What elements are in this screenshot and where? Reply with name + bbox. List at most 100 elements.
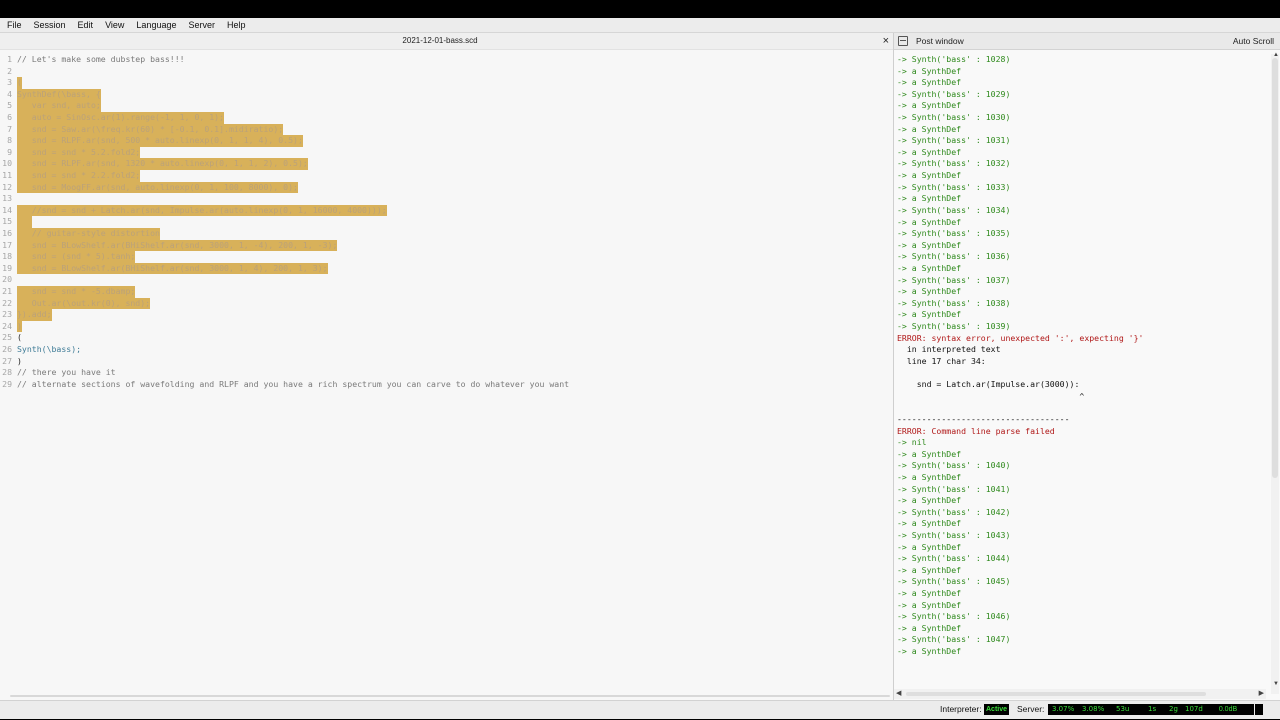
line-number: 14 bbox=[2, 204, 12, 215]
menu-file[interactable]: File bbox=[0, 18, 27, 32]
code-text[interactable]: ( bbox=[17, 332, 22, 344]
post-line: -> Synth('bass' : 1040) bbox=[897, 460, 1011, 471]
horizontal-scroll-thumb[interactable] bbox=[906, 692, 1206, 696]
post-line: in interpreted text bbox=[897, 344, 1001, 355]
menu-edit[interactable]: Edit bbox=[71, 18, 99, 32]
line-number: 11 bbox=[2, 170, 12, 180]
line-number: 22 bbox=[2, 297, 12, 308]
post-line: -> a SynthDef bbox=[897, 599, 962, 610]
code-text[interactable]: }).add; bbox=[17, 309, 52, 321]
line-number: 2 bbox=[7, 65, 12, 76]
post-line: -> Synth('bass' : 1039) bbox=[897, 321, 1011, 332]
server-avg-cpu: 3.07% bbox=[1052, 705, 1075, 713]
line-number: 28 bbox=[2, 367, 12, 378]
code-text[interactable]: SynthDef(\bass, { bbox=[17, 88, 101, 101]
post-window-header: Post window Auto Scroll bbox=[894, 33, 1280, 50]
close-icon[interactable]: × bbox=[883, 33, 889, 49]
menu-server[interactable]: Server bbox=[181, 18, 220, 32]
post-line: ----------------------------------- bbox=[897, 413, 1070, 424]
line-number: 19 bbox=[2, 262, 12, 273]
server-peak-cpu: 3.08% bbox=[1082, 705, 1105, 713]
code-text[interactable]: // alternate sections of wavefolding and… bbox=[17, 379, 569, 391]
code-text[interactable]: //snd = snd + Latch.ar(snd, Impulse.ar(a… bbox=[17, 204, 387, 217]
dock-icon[interactable] bbox=[898, 36, 908, 46]
interpreter-label: Interpreter: bbox=[940, 704, 982, 714]
code-text[interactable]: Out.ar(\out.kr(0), snd); bbox=[17, 297, 151, 310]
code-text[interactable]: snd = snd * 5.2.fold2; bbox=[17, 146, 141, 159]
scroll-down-arrow-icon[interactable]: ▼ bbox=[1273, 681, 1279, 687]
code-text[interactable]: snd = snd * 2.2.fold2; bbox=[17, 170, 141, 182]
code-text[interactable]: ) bbox=[17, 320, 22, 333]
code-text[interactable]: snd = MoogFF.ar(snd, auto.linexp(0, 1, 1… bbox=[17, 181, 298, 194]
code-text[interactable]: snd = snd * -5.dbamp; bbox=[17, 286, 136, 298]
post-line: -> a SynthDef bbox=[897, 146, 962, 157]
line-number: 23 bbox=[2, 309, 12, 320]
line-number: 18 bbox=[2, 251, 12, 262]
auto-scroll-button[interactable]: Auto Scroll bbox=[1233, 33, 1274, 49]
post-line bbox=[897, 367, 1265, 379]
post-line: -> Synth('bass' : 1044) bbox=[897, 553, 1011, 564]
code-text[interactable]: snd = BLowShelf.ar(BHiShelf.ar(snd, 3000… bbox=[17, 262, 328, 275]
line-number: 12 bbox=[2, 181, 12, 192]
menu-language[interactable]: Language bbox=[129, 18, 181, 32]
editor-horizontal-scrollbar[interactable] bbox=[10, 695, 890, 697]
code-text[interactable]: // guitar-style distortion bbox=[17, 228, 160, 240]
code-text[interactable] bbox=[17, 216, 32, 228]
post-line: -> a SynthDef bbox=[897, 262, 962, 273]
scroll-right-arrow-icon[interactable]: ▶ bbox=[1259, 689, 1264, 697]
interpreter-status-badge[interactable]: Active bbox=[984, 704, 1010, 715]
line-number: 6 bbox=[7, 112, 12, 122]
code-text[interactable]: auto = SinOsc.ar(1).range(-1, 1, 0, 1); bbox=[17, 112, 225, 124]
code-text[interactable]: ( bbox=[17, 77, 22, 89]
post-line: -> Synth('bass' : 1041) bbox=[897, 483, 1011, 494]
code-text[interactable]: snd = RLPF.ar(snd, 500 * auto.linexp(0, … bbox=[17, 135, 303, 147]
menu-help[interactable]: Help bbox=[220, 18, 251, 32]
post-line: -> a SynthDef bbox=[897, 541, 962, 552]
line-number: 13 bbox=[2, 193, 12, 204]
code-text[interactable]: snd = Saw.ar(\freq.kr(60) * [-0.1, 0.1].… bbox=[17, 123, 284, 136]
post-line: -> Synth('bass' : 1034) bbox=[897, 204, 1011, 215]
post-window: Post window Auto Scroll -> Synth('bass' … bbox=[894, 33, 1280, 700]
code-editor[interactable]: 2021-12-01-bass.scd × 1 // Let's make som… bbox=[0, 33, 894, 700]
line-number: 24 bbox=[2, 320, 12, 331]
post-line: -> Synth('bass' : 1037) bbox=[897, 274, 1011, 285]
server-volume[interactable]: 0.0dB bbox=[1213, 704, 1243, 715]
code-text[interactable]: snd = RLPF.ar(snd, 1320 * auto.linexp(0,… bbox=[17, 158, 308, 170]
editor-tab[interactable]: 2021-12-01-bass.scd × bbox=[0, 33, 893, 50]
code-text[interactable]: // Let's make some dubstep bass!!! bbox=[17, 54, 185, 66]
post-line: -> a SynthDef bbox=[897, 239, 962, 250]
menu-view[interactable]: View bbox=[98, 18, 129, 32]
post-window-title: Post window bbox=[916, 36, 964, 46]
code-text[interactable]: var snd, auto; bbox=[17, 100, 101, 112]
line-number: 9 bbox=[7, 146, 12, 157]
scroll-thumb[interactable] bbox=[1272, 58, 1278, 478]
post-line: -> a SynthDef bbox=[897, 216, 962, 227]
post-vertical-scrollbar[interactable] bbox=[1271, 54, 1279, 694]
code-text[interactable]: snd = BLowShelf.ar(BHiShelf.ar(snd, 3000… bbox=[17, 239, 338, 252]
code-text[interactable]: Synth(\bass); bbox=[17, 344, 81, 356]
code-text[interactable]: snd = (snd * 5).tanh; bbox=[17, 251, 136, 263]
post-line: -> Synth('bass' : 1029) bbox=[897, 88, 1011, 99]
post-line: -> a SynthDef bbox=[897, 564, 962, 575]
post-line: ERROR: Command line parse failed bbox=[897, 425, 1055, 436]
mute-toggle[interactable] bbox=[1255, 704, 1263, 715]
post-line: snd = Latch.ar(Impulse.ar(3000)): bbox=[897, 379, 1080, 390]
menu-session[interactable]: Session bbox=[27, 18, 71, 32]
code-area[interactable]: 1// Let's make some dubstep bass!!! 2 3(4 S… bbox=[0, 54, 893, 674]
post-horizontal-scrollbar[interactable]: ◀ ▶ bbox=[894, 689, 1266, 699]
code-text[interactable]: // there you have it bbox=[17, 367, 116, 379]
line-number: 5 bbox=[7, 100, 12, 111]
server-synthdefs: 107d bbox=[1185, 705, 1203, 713]
line-number: 25 bbox=[2, 332, 12, 343]
post-line: -> a SynthDef bbox=[897, 100, 962, 111]
scroll-left-arrow-icon[interactable]: ◀ bbox=[896, 689, 901, 697]
post-line: -> a SynthDef bbox=[897, 495, 962, 506]
code-text[interactable]: ) bbox=[17, 356, 22, 368]
line-number: 3 bbox=[7, 77, 12, 88]
scroll-up-arrow-icon[interactable]: ▲ bbox=[1273, 52, 1279, 58]
post-line: -> Synth('bass' : 1047) bbox=[897, 634, 1011, 645]
line-number: 29 bbox=[2, 378, 12, 389]
post-output[interactable]: -> Synth('bass' : 1028) -> a SynthDef -> a… bbox=[897, 54, 1265, 674]
post-line: -> a SynthDef bbox=[897, 77, 962, 88]
post-line: -> Synth('bass' : 1043) bbox=[897, 529, 1011, 540]
